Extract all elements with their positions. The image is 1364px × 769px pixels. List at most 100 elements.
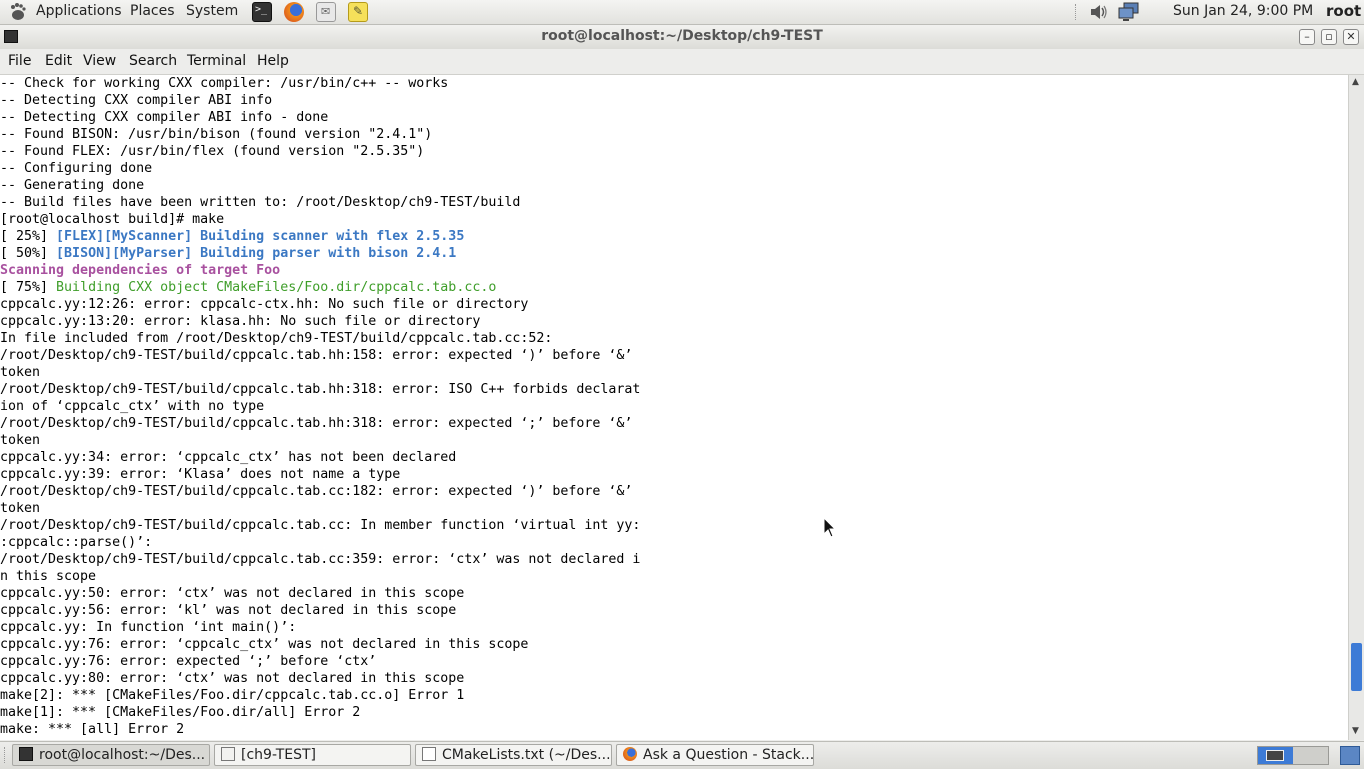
terminal-line: -- Found FLEX: /usr/bin/flex (found vers… (0, 143, 1348, 160)
menu-search[interactable]: Search (129, 53, 177, 69)
terminal-scrollbar[interactable]: ▲ ▼ (1348, 75, 1364, 740)
terminal-line: make[1]: *** [CMakeFiles/Foo.dir/all] Er… (0, 704, 1348, 721)
task-label: CMakeLists.txt (~/Des... (442, 747, 611, 763)
task-terminal[interactable]: root@localhost:~/Des... (12, 744, 210, 766)
places-menu[interactable]: Places (130, 3, 175, 19)
workspace-1[interactable] (1258, 747, 1293, 764)
terminal-line: -- Build files have been written to: /ro… (0, 194, 1348, 211)
terminal-line: ion of ‘cppcalc_ctx’ with no type (0, 398, 1348, 415)
window-titlebar[interactable]: root@localhost:~/Desktop/ch9-TEST – ▫ ✕ (0, 25, 1364, 50)
trash-icon[interactable] (1340, 746, 1360, 765)
terminal-line: In file included from /root/Desktop/ch9-… (0, 330, 1348, 347)
terminal-line-text: Building CXX object CMakeFiles/Foo.dir/c… (56, 280, 497, 295)
terminal-line: [ 50%] [BISON][MyParser] Building parser… (0, 245, 1348, 262)
applications-menu[interactable]: Applications (36, 3, 122, 19)
panel-separator (1075, 4, 1078, 20)
terminal-line-text: /root/Desktop/ch9-TEST/build/cppcalc.tab… (0, 348, 633, 363)
terminal-line: /root/Desktop/ch9-TEST/build/cppcalc.tab… (0, 551, 1348, 568)
clock[interactable]: Sun Jan 24, 9:00 PM (1173, 3, 1313, 19)
terminal-line-text: -- Configuring done (0, 161, 153, 176)
terminal-line: cppcalc.yy:13:20: error: klasa.hh: No su… (0, 313, 1348, 330)
terminal-line: -- Check for working CXX compiler: /usr/… (0, 75, 1348, 92)
terminal-line: make: *** [all] Error 2 (0, 721, 1348, 738)
mouse-pointer-icon (823, 517, 837, 538)
bottom-panel: root@localhost:~/Des... [ch9-TEST] CMake… (0, 741, 1364, 769)
close-button[interactable]: ✕ (1343, 29, 1359, 45)
terminal-line: Scanning dependencies of target Foo (0, 262, 1348, 279)
firefox-icon (623, 747, 637, 761)
terminal-line-text: cppcalc.yy:80: error: ‘ctx’ was not decl… (0, 671, 465, 686)
terminal-line-text: token (0, 433, 41, 448)
terminal-line-text: /root/Desktop/ch9-TEST/build/cppcalc.tab… (0, 416, 633, 431)
terminal-line-prefix: [ 50%] (0, 246, 57, 261)
terminal-output[interactable]: -- Check for working CXX compiler: /usr/… (0, 75, 1348, 740)
terminal-line-text: /root/Desktop/ch9-TEST/build/cppcalc.tab… (0, 518, 641, 533)
terminal-line-text: :cppcalc::parse()’: (0, 535, 153, 550)
terminal-line: n this scope (0, 568, 1348, 585)
notes-launcher-icon[interactable]: ✎ (348, 2, 368, 22)
minimize-button[interactable]: – (1299, 29, 1315, 45)
terminal-line: :cppcalc::parse()’: (0, 534, 1348, 551)
terminal-line: cppcalc.yy: In function ‘int main()’: (0, 619, 1348, 636)
terminal-line: cppcalc.yy:39: error: ‘Klasa’ does not n… (0, 466, 1348, 483)
terminal-line: /root/Desktop/ch9-TEST/build/cppcalc.tab… (0, 347, 1348, 364)
terminal-line-text: cppcalc.yy:50: error: ‘ctx’ was not decl… (0, 586, 465, 601)
terminal-line: -- Configuring done (0, 160, 1348, 177)
terminal-line: token (0, 432, 1348, 449)
menu-file[interactable]: File (8, 53, 31, 69)
terminal-line-text: cppcalc.yy:12:26: error: cppcalc-ctx.hh:… (0, 297, 529, 312)
task-label: [ch9-TEST] (241, 747, 317, 763)
terminal-line-text: cppcalc.yy:39: error: ‘Klasa’ does not n… (0, 467, 401, 482)
mail-launcher-icon[interactable]: ✉ (316, 2, 336, 22)
terminal-line-text: cppcalc.yy: In function ‘int main()’: (0, 620, 297, 635)
task-firefox[interactable]: Ask a Question - Stack... (616, 744, 814, 766)
task-text-editor[interactable]: CMakeLists.txt (~/Des... (415, 744, 612, 766)
menu-help[interactable]: Help (257, 53, 289, 69)
terminal-launcher-icon[interactable]: >_ (252, 2, 272, 22)
terminal-line: -- Generating done (0, 177, 1348, 194)
scroll-up-icon[interactable]: ▲ (1352, 77, 1359, 87)
terminal-line-text: -- Detecting CXX compiler ABI info - don… (0, 110, 329, 125)
terminal-line: [ 75%] Building CXX object CMakeFiles/Fo… (0, 279, 1348, 296)
menu-terminal[interactable]: Terminal (187, 53, 246, 69)
terminal-line: cppcalc.yy:80: error: ‘ctx’ was not decl… (0, 670, 1348, 687)
menu-edit[interactable]: Edit (45, 53, 72, 69)
terminal-line-text: -- Detecting CXX compiler ABI info (0, 93, 273, 108)
terminal-line-text: make: *** [all] Error 2 (0, 722, 185, 737)
firefox-launcher-icon[interactable] (284, 2, 304, 22)
terminal-line-text: cppcalc.yy:76: error: expected ‘;’ befor… (0, 654, 377, 669)
terminal-line: /root/Desktop/ch9-TEST/build/cppcalc.tab… (0, 483, 1348, 500)
workspace-window-icon (1266, 750, 1284, 761)
terminal-line-text: cppcalc.yy:13:20: error: klasa.hh: No su… (0, 314, 481, 329)
terminal-line-text: ion of ‘cppcalc_ctx’ with no type (0, 399, 265, 414)
terminal-line-text: Scanning dependencies of target Foo (0, 263, 281, 278)
system-menu[interactable]: System (186, 3, 238, 19)
terminal-line: /root/Desktop/ch9-TEST/build/cppcalc.tab… (0, 415, 1348, 432)
terminal-line-text: cppcalc.yy:76: error: ‘cppcalc_ctx’ was … (0, 637, 529, 652)
terminal-icon (19, 747, 33, 761)
terminal-line-text: /root/Desktop/ch9-TEST/build/cppcalc.tab… (0, 382, 641, 397)
terminal-line-text: -- Check for working CXX compiler: /usr/… (0, 76, 449, 91)
terminal-line-text: cppcalc.yy:34: error: ‘cppcalc_ctx’ has … (0, 450, 457, 465)
terminal-line: token (0, 500, 1348, 517)
terminal-line-text: [root@localhost build]# make (0, 212, 225, 227)
terminal-line-text: -- Found BISON: /usr/bin/bison (found ve… (0, 127, 433, 142)
terminal-line-text: [FLEX][MyScanner] Building scanner with … (56, 229, 465, 244)
panel-handle (4, 747, 9, 763)
network-icon[interactable] (1117, 2, 1141, 22)
workspace-switcher[interactable] (1257, 746, 1329, 765)
maximize-button[interactable]: ▫ (1321, 29, 1337, 45)
terminal-line-text: n this scope (0, 569, 97, 584)
gnome-foot-icon[interactable] (8, 2, 28, 22)
task-file-manager[interactable]: [ch9-TEST] (214, 744, 411, 766)
terminal-line-text: make[1]: *** [CMakeFiles/Foo.dir/all] Er… (0, 705, 361, 720)
folder-icon (221, 747, 235, 761)
window-title: root@localhost:~/Desktop/ch9-TEST (541, 28, 823, 44)
scroll-down-icon[interactable]: ▼ (1352, 726, 1359, 736)
user-name[interactable]: root (1326, 2, 1361, 20)
terminal-line-text: In file included from /root/Desktop/ch9-… (0, 331, 553, 346)
scroll-thumb[interactable] (1351, 643, 1362, 691)
volume-icon[interactable] (1089, 3, 1109, 21)
top-panel: Applications Places System >_ ✉ ✎ Sun Ja… (0, 0, 1364, 25)
menu-view[interactable]: View (83, 53, 116, 69)
